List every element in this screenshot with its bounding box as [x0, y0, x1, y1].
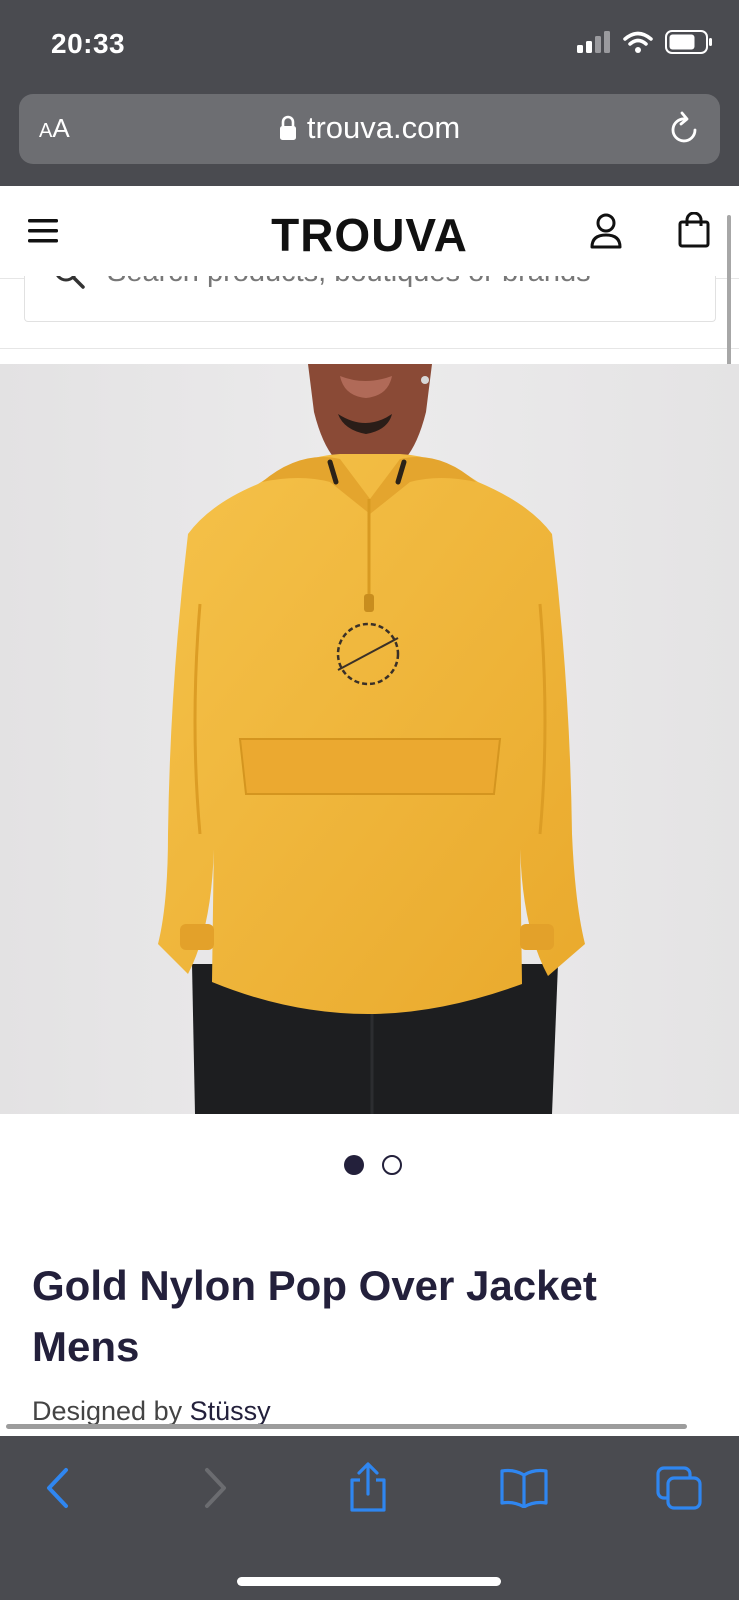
search-icon	[56, 276, 85, 289]
url-bar[interactable]: AA trouva.com	[19, 94, 720, 164]
status-bar: 20:33	[0, 0, 739, 90]
lock-icon	[279, 115, 296, 140]
url-display[interactable]: trouva.com	[19, 110, 720, 146]
tabs-icon[interactable]	[656, 1466, 702, 1510]
search-field[interactable]: Search products, boutiques or brands	[24, 276, 716, 322]
image-pager	[344, 1155, 402, 1175]
forward-icon[interactable]	[203, 1466, 229, 1510]
status-time: 20:33	[51, 28, 126, 59]
status-icons	[577, 30, 713, 54]
shopping-bag-icon[interactable]	[678, 212, 710, 248]
browser-address-area: AA trouva.com	[0, 90, 739, 186]
designed-by-label: Designed by	[32, 1396, 183, 1426]
url-text: trouva.com	[306, 110, 461, 145]
search-placeholder: Search products, boutiques or brands	[107, 276, 591, 289]
product-photo	[0, 364, 739, 1114]
reload-icon[interactable]	[668, 111, 702, 147]
pager-dot-1[interactable]	[344, 1155, 364, 1175]
bookmarks-icon[interactable]	[500, 1468, 548, 1508]
header-divider	[0, 348, 739, 349]
battery-icon	[665, 30, 712, 54]
share-icon[interactable]	[348, 1462, 388, 1512]
product-image[interactable]	[0, 364, 739, 1114]
home-indicator[interactable]	[237, 1577, 501, 1586]
wifi-icon	[623, 31, 653, 53]
site-header: TROUVA	[0, 186, 739, 279]
back-icon[interactable]	[44, 1466, 70, 1510]
horizontal-scrollbar[interactable]	[6, 1424, 687, 1429]
brand-link[interactable]: Stüssy	[190, 1396, 271, 1426]
pager-dot-2[interactable]	[382, 1155, 402, 1175]
designer-line: Designed by Stüssy	[32, 1396, 271, 1427]
signal-icon	[577, 31, 610, 53]
product-title: Gold Nylon Pop Over Jacket Mens	[32, 1262, 597, 1370]
browser-toolbar	[0, 1436, 739, 1600]
site-logo[interactable]: TROUVA	[0, 208, 739, 262]
account-icon[interactable]	[590, 213, 622, 249]
